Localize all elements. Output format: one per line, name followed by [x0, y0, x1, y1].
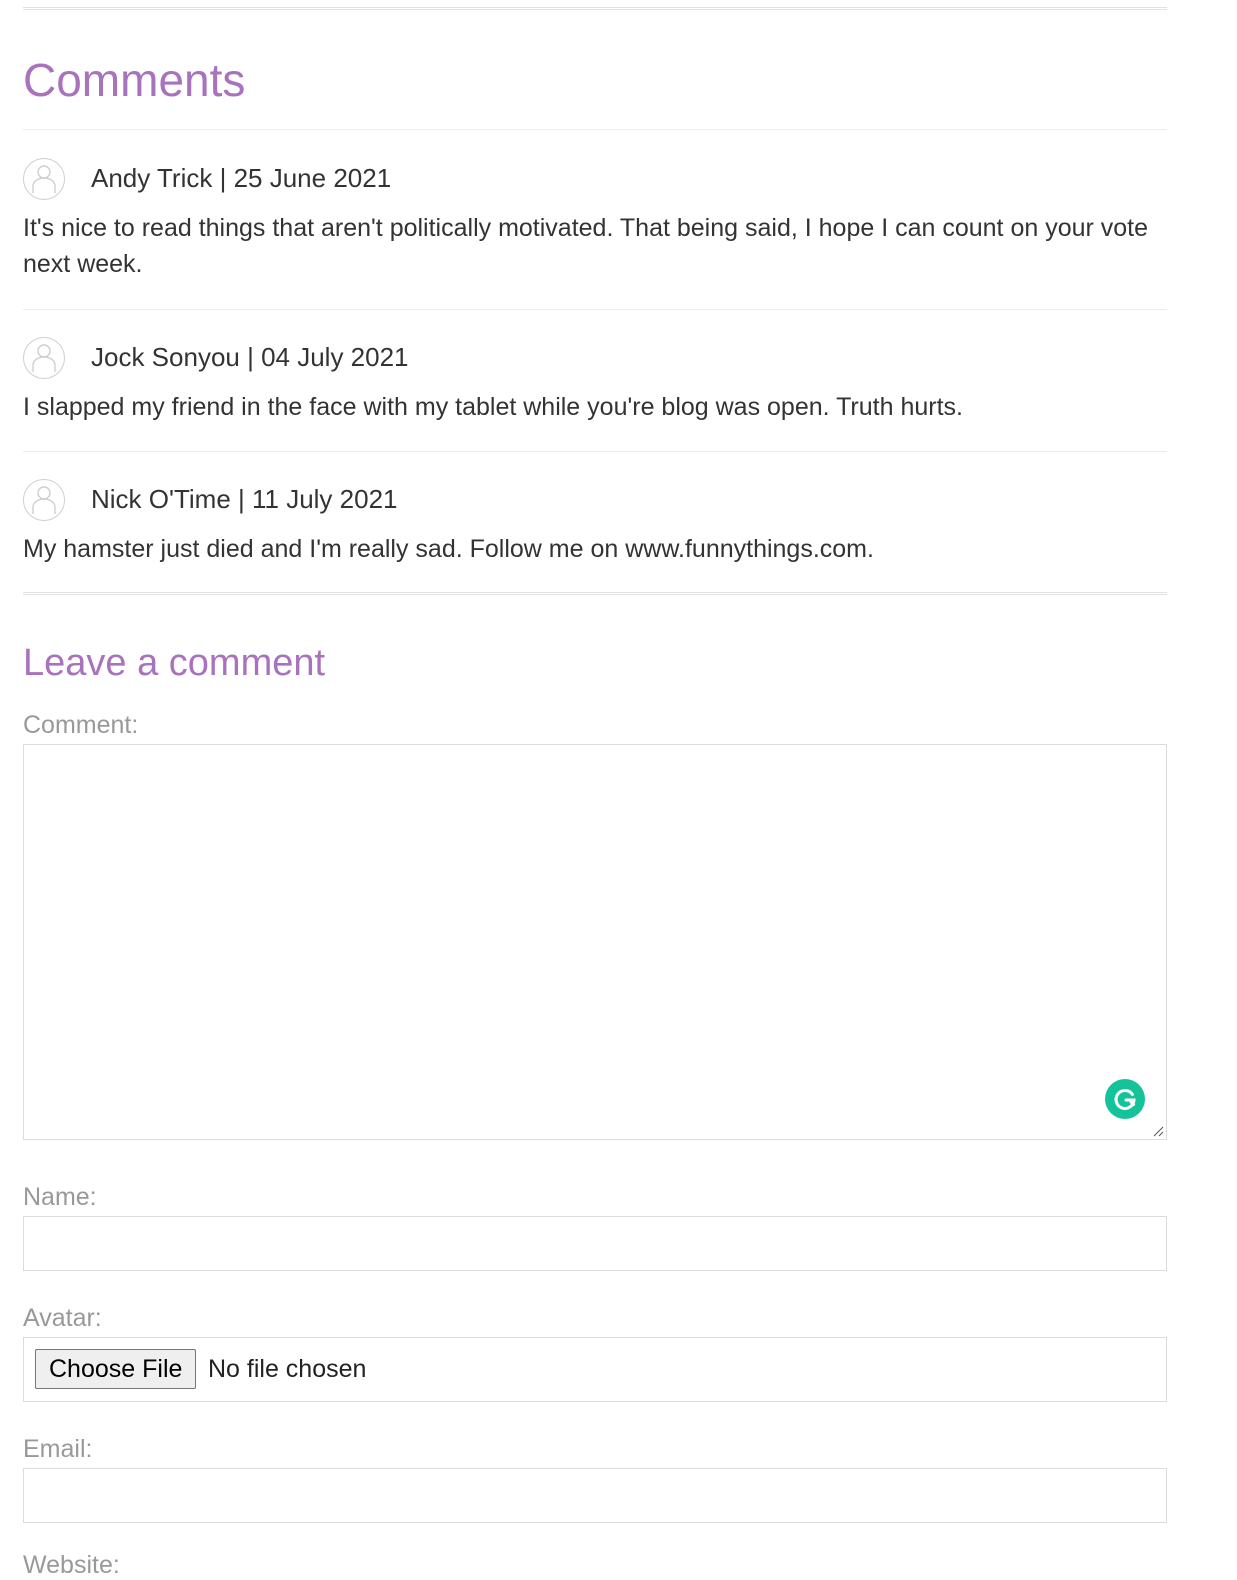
avatar-label: Avatar:	[23, 1304, 102, 1332]
comment-header: Andy Trick | 25 June 2021	[23, 158, 1167, 202]
divider	[23, 451, 1167, 452]
name-label: Name:	[23, 1183, 97, 1211]
grammarly-icon[interactable]	[1105, 1079, 1145, 1119]
file-status-text: No file chosen	[208, 1355, 367, 1383]
leave-comment-heading: Leave a comment	[23, 642, 326, 684]
name-input[interactable]	[23, 1216, 1167, 1271]
section-divider	[23, 592, 1167, 595]
comment-meta: Nick O'Time | 11 July 2021	[91, 484, 398, 514]
divider	[23, 309, 1167, 310]
user-avatar-icon	[23, 337, 65, 379]
email-label: Email:	[23, 1435, 93, 1463]
comment-header: Nick O'Time | 11 July 2021	[23, 479, 1167, 523]
divider	[23, 129, 1167, 130]
comment-body: I slapped my friend in the face with my …	[23, 393, 963, 421]
website-label: Website:	[23, 1551, 120, 1579]
top-divider	[23, 7, 1167, 10]
comment-body: My hamster just died and I'm really sad.…	[23, 535, 874, 563]
user-avatar-icon	[23, 479, 65, 521]
comment-label: Comment:	[23, 711, 139, 739]
avatar-file-input: Choose File No file chosen	[23, 1337, 1167, 1402]
comments-heading: Comments	[23, 54, 246, 106]
comment-meta: Jock Sonyou | 04 July 2021	[91, 342, 409, 372]
choose-file-button[interactable]: Choose File	[35, 1349, 197, 1389]
email-input[interactable]	[23, 1468, 1167, 1523]
comment-textarea[interactable]	[23, 744, 1167, 1140]
comment-body: It's nice to read things that aren't pol…	[23, 214, 1149, 278]
resize-handle-icon[interactable]	[1152, 1125, 1164, 1137]
comment-header: Jock Sonyou | 04 July 2021	[23, 337, 1167, 381]
comment-meta: Andy Trick | 25 June 2021	[91, 163, 392, 193]
user-avatar-icon	[23, 158, 65, 200]
